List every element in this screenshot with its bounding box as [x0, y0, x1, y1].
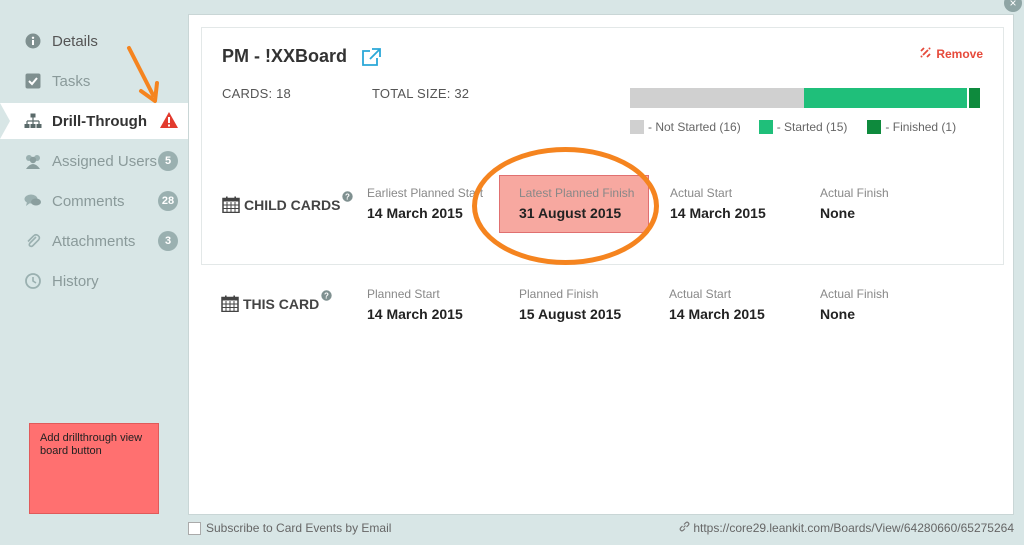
help-icon[interactable]: ?	[321, 290, 332, 301]
warning-icon	[159, 111, 179, 133]
info-icon	[24, 32, 42, 50]
child-cards-heading: CHILD CARDS ?	[222, 191, 354, 213]
users-icon	[24, 152, 42, 170]
sidebar-item-label: Assigned Users	[52, 152, 158, 170]
card-url-text: https://core29.leankit.com/Boards/View/6…	[693, 521, 1014, 535]
clock-icon	[24, 272, 42, 290]
total-size: TOTAL SIZE: 32	[372, 86, 470, 101]
status-progress-bar	[630, 88, 980, 108]
date-label: Actual Finish	[820, 186, 889, 200]
this-planned-start: Planned Start 14 March 2015	[367, 287, 463, 322]
annotation-note: Add drillthrough view board button	[29, 423, 159, 514]
date-label: Actual Start	[669, 287, 732, 301]
sidebar-item-attachments[interactable]: Attachments 3	[0, 223, 188, 259]
legend-started: - Started (15)	[758, 120, 848, 134]
help-icon[interactable]: ?	[342, 191, 354, 202]
this-planned-finish: Planned Finish 15 August 2015	[519, 287, 621, 322]
date-value: 14 March 2015	[669, 306, 765, 322]
legend-label: - Started (15)	[776, 120, 848, 134]
progress-not-started	[630, 88, 804, 108]
date-label: Planned Finish	[519, 287, 599, 301]
link-icon	[679, 521, 690, 535]
this-card-label: THIS CARD	[243, 295, 320, 312]
date-value: None	[820, 205, 855, 221]
date-value: 14 March 2015	[670, 205, 766, 221]
main-panel: PM - !XXBoard Remove CARDS: 18 TOTAL SIZ…	[188, 14, 1014, 515]
this-actual-finish: Actual Finish None	[820, 287, 889, 322]
sidebar-item-label: Attachments	[52, 232, 136, 250]
date-label: Earliest Planned Start	[367, 186, 484, 200]
legend-finished: - Finished (1)	[867, 120, 956, 134]
date-label: Actual Finish	[820, 287, 889, 301]
cards-count: CARDS: 18	[222, 86, 291, 101]
checkbox-icon	[24, 72, 42, 90]
footer: Subscribe to Card Events by Email https:…	[188, 519, 1024, 541]
sidebar-item-label: Drill-Through	[52, 112, 147, 130]
unlink-icon	[919, 46, 932, 62]
legend-swatch	[867, 120, 882, 134]
subscribe-checkbox[interactable]	[188, 521, 201, 535]
svg-text:?: ?	[324, 292, 329, 301]
sidebar-item-assigned-users[interactable]: Assigned Users 5	[0, 143, 188, 179]
comments-count-badge: 28	[158, 191, 178, 211]
child-cards-label: CHILD CARDS	[244, 196, 341, 213]
this-card-heading: THIS CARD ?	[221, 290, 332, 312]
sidebar-item-label: History	[52, 272, 99, 290]
sidebar-item-label: Comments	[52, 192, 125, 210]
sidebar-item-history[interactable]: History	[0, 263, 188, 299]
child-earliest-planned-start: Earliest Planned Start 14 March 2015	[367, 186, 483, 221]
card-url[interactable]: https://core29.leankit.com/Boards/View/6…	[679, 521, 1014, 535]
legend-swatch	[758, 120, 773, 134]
date-value: 14 March 2015	[367, 205, 463, 221]
subscribe-option[interactable]: Subscribe to Card Events by Email	[188, 521, 391, 535]
comments-icon	[24, 192, 42, 210]
remove-label: Remove	[936, 47, 983, 61]
external-link-icon[interactable]	[361, 47, 381, 66]
board-title-text: PM - !XXBoard	[222, 46, 348, 66]
date-label: Actual Start	[670, 186, 733, 200]
progress-finished	[969, 88, 980, 108]
calendar-icon	[221, 295, 239, 312]
subscribe-label: Subscribe to Card Events by Email	[206, 521, 392, 535]
close-button[interactable]: ×	[1004, 0, 1022, 12]
child-actual-finish: Actual Finish None	[820, 186, 889, 221]
legend-label: - Not Started (16)	[648, 120, 741, 134]
sidebar-item-label: Tasks	[52, 72, 91, 90]
legend-swatch	[630, 120, 644, 134]
attachments-count-badge: 3	[158, 231, 178, 251]
annotation-arrow	[125, 45, 165, 112]
sidebar-item-comments[interactable]: Comments 28	[0, 183, 188, 219]
legend-label: - Finished (1)	[885, 120, 957, 134]
child-actual-start: Actual Start 14 March 2015	[670, 186, 766, 221]
progress-started	[804, 88, 968, 108]
remove-button[interactable]: Remove	[919, 46, 983, 62]
calendar-icon	[222, 196, 240, 213]
date-value: 14 March 2015	[367, 306, 463, 322]
date-label: Planned Start	[367, 287, 440, 301]
sidebar-item-label: Details	[52, 32, 98, 50]
this-actual-start: Actual Start 14 March 2015	[669, 287, 765, 322]
board-title: PM - !XXBoard	[222, 46, 381, 67]
paperclip-icon	[24, 232, 42, 250]
date-value: 15 August 2015	[519, 306, 622, 322]
assigned-users-count-badge: 5	[158, 151, 178, 171]
date-value: None	[820, 306, 855, 322]
svg-text:?: ?	[346, 193, 351, 202]
annotation-circle	[472, 147, 659, 265]
sitemap-icon	[24, 112, 42, 130]
legend-not-started: - Not Started (16)	[630, 120, 741, 134]
progress-legend: - Not Started (16) - Started (15) - Fini…	[630, 120, 976, 134]
